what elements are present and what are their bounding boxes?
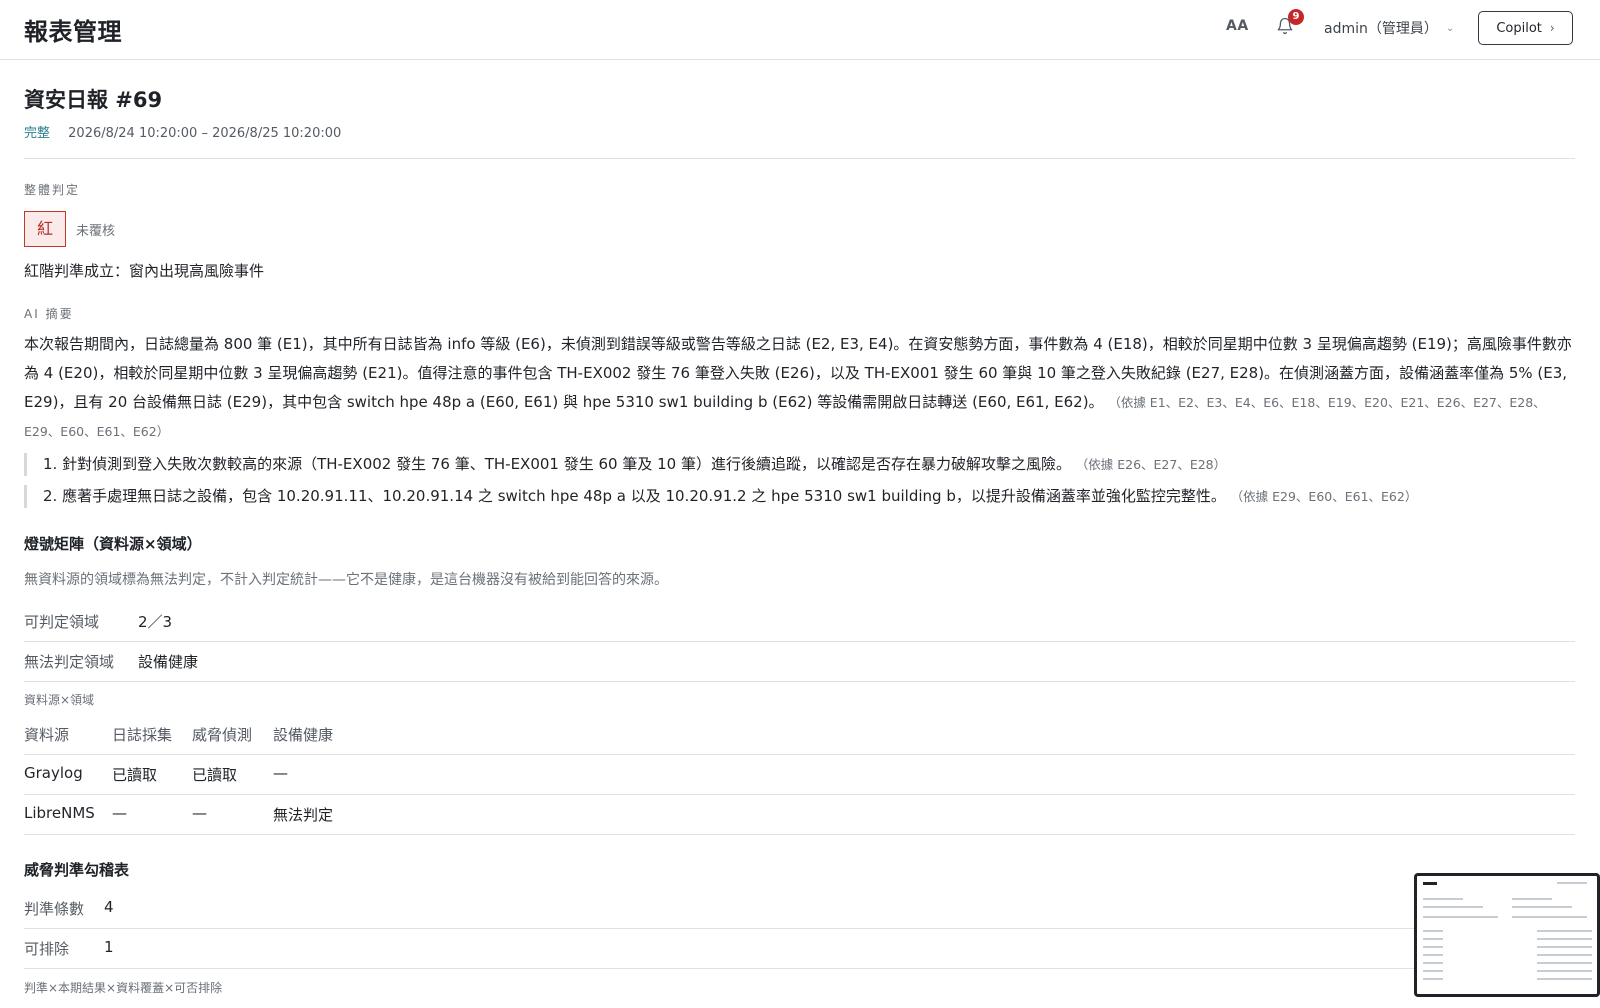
- lamp-matrix-note: 無資料源的領域標為無法判定，不計入判定統計——它不是健康，是這台機器沒有被給到能…: [24, 572, 668, 588]
- recommendation-item: 1. 針對偵測到登入失敗次數較高的來源（TH-EX002 發生 76 筆、TH-…: [24, 453, 1575, 476]
- criteria-value: 4: [104, 898, 114, 916]
- status-badge: 完整: [24, 126, 51, 141]
- criteria-count-row: 判準條數 4: [24, 889, 1575, 929]
- top-header: 報表管理 AA 9 admin（管理員） ⌄ Copilot ›: [0, 0, 1600, 60]
- threat-checklist-title: 威脅判準勾稽表: [24, 861, 130, 879]
- divider: [24, 158, 1575, 159]
- table-cell: 已讀取: [192, 766, 238, 784]
- column-header: 日誌採集: [112, 726, 173, 744]
- matrix-header-row: 資料源 日誌採集 威脅偵測 設備健康: [24, 715, 1575, 755]
- ai-summary-label: AI 摘要: [24, 307, 74, 321]
- report-period: 2026/8/24 10:20:00 – 2026/8/25 10:20:00: [68, 126, 342, 141]
- table-row: LibreNMS — — 無法判定: [24, 795, 1575, 835]
- report-title: 資安日報 #69: [24, 88, 163, 112]
- excludable-label: 可排除: [24, 940, 70, 958]
- checklist-columns-label: 判準×本期結果×資料覆蓋×可否排除: [24, 981, 223, 995]
- unjudgeable-value: 設備健康: [138, 653, 199, 671]
- column-header: 資料源: [24, 726, 70, 744]
- table-cell: —: [112, 804, 127, 822]
- verdict-section-label: 整體判定: [24, 183, 81, 197]
- excludable-value: 1: [104, 938, 114, 956]
- page-thumbnail-preview[interactable]: [1414, 873, 1600, 997]
- recommendation-evidence: （依據 E29、E60、E61、E62）: [1230, 489, 1418, 504]
- table-row: Graylog 已讀取 已讀取 —: [24, 755, 1575, 795]
- recommendation-text: 2. 應著手處理無日誌之設備，包含 10.20.91.11、10.20.91.1…: [43, 487, 1226, 505]
- chevron-down-icon: ⌄: [1445, 22, 1455, 34]
- recommendation-text: 1. 針對偵測到登入失敗次數較高的來源（TH-EX002 發生 76 筆、TH-…: [43, 455, 1071, 473]
- judgeable-label: 可判定領域: [24, 613, 100, 631]
- column-header: 設備健康: [273, 726, 334, 744]
- column-header: 威脅偵測: [192, 726, 253, 744]
- copilot-label: Copilot: [1496, 20, 1542, 36]
- matrix-label: 資料源×領域: [24, 693, 95, 707]
- judgeable-domains-row: 可判定領域 2／3: [24, 602, 1575, 642]
- lamp-matrix-title: 燈號矩陣（資料源×領域）: [24, 535, 202, 553]
- unjudgeable-domains-row: 無法判定領域 設備健康: [24, 642, 1575, 682]
- report-meta: 完整 2026/8/24 10:20:00 – 2026/8/25 10:20:…: [24, 122, 341, 141]
- judgeable-value: 2／3: [138, 613, 173, 631]
- notification-badge: 9: [1288, 9, 1304, 25]
- app-title: 報表管理: [24, 18, 122, 46]
- verdict-level-badge: 紅: [24, 211, 66, 247]
- review-status: 未覆核: [76, 224, 116, 239]
- copilot-button[interactable]: Copilot ›: [1478, 11, 1573, 45]
- table-cell: 無法判定: [273, 806, 334, 824]
- table-cell: —: [192, 804, 207, 822]
- user-menu[interactable]: admin（管理員） ⌄: [1324, 18, 1454, 38]
- font-size-toggle[interactable]: AA: [1226, 18, 1249, 34]
- unjudgeable-label: 無法判定領域: [24, 653, 115, 671]
- table-cell: 已讀取: [112, 766, 158, 784]
- recommendation-evidence: （依據 E26、E27、E28）: [1075, 457, 1227, 472]
- user-name: admin（管理員）: [1324, 21, 1438, 37]
- notifications-button[interactable]: 9: [1276, 9, 1304, 40]
- table-cell: LibreNMS: [24, 804, 95, 822]
- table-cell: —: [273, 764, 288, 782]
- excludable-row: 可排除 1: [24, 929, 1575, 969]
- chevron-right-icon: ›: [1549, 21, 1555, 35]
- ai-summary-text: 本次報告期間內，日誌總量為 800 筆 (E1)，其中所有日誌皆為 info 等…: [24, 330, 1575, 446]
- criteria-label: 判準條數: [24, 900, 85, 918]
- recommendation-item: 2. 應著手處理無日誌之設備，包含 10.20.91.11、10.20.91.1…: [24, 485, 1575, 508]
- table-cell: Graylog: [24, 764, 83, 782]
- verdict-reason: 紅階判準成立：窗內出現高風險事件: [24, 262, 265, 280]
